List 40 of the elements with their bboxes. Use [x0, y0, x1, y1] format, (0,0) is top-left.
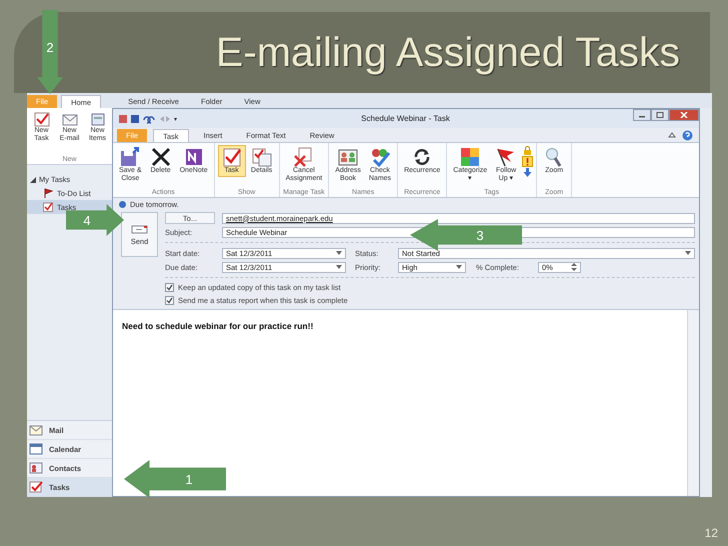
dropdown-arrow-icon[interactable]: [336, 265, 342, 269]
task-check-icon: [43, 202, 53, 212]
items-icon: [90, 111, 106, 127]
window-title: Schedule Webinar - Task: [360, 114, 451, 123]
task-check-icon: [34, 111, 50, 127]
help-icon[interactable]: [682, 130, 693, 140]
spinner-arrows-icon[interactable]: [571, 263, 577, 271]
color-squares-icon: [459, 147, 482, 167]
envelope-icon: [29, 424, 43, 436]
restore-icon: [656, 112, 664, 118]
dropdown-arrow-icon[interactable]: [685, 251, 691, 255]
floppy-disk-icon: [119, 147, 142, 167]
importance-icon[interactable]: [522, 156, 534, 167]
quick-access-toolbar-icon[interactable]: [118, 114, 178, 124]
collapse-ribbon-icon[interactable]: [668, 131, 676, 139]
restore-button[interactable]: [651, 109, 669, 121]
lock-icon[interactable]: [523, 146, 532, 155]
checkbox[interactable]: [165, 296, 174, 305]
dropdown-arrow-icon[interactable]: [456, 265, 462, 269]
close-button[interactable]: [669, 109, 699, 121]
dropdown-arrow-icon[interactable]: [336, 251, 342, 255]
minimize-button[interactable]: [633, 109, 651, 121]
scrollbar[interactable]: [687, 310, 699, 496]
slide-number: 12: [704, 526, 718, 540]
task-check-icon: [29, 481, 43, 493]
task-body-text: Need to schedule webinar for our practice run!!: [122, 321, 314, 331]
expand-triangle-icon[interactable]: [30, 176, 36, 182]
calendar-icon: [29, 443, 43, 455]
address-book-icon: [337, 147, 360, 167]
contact-card-icon: [29, 462, 43, 474]
details-page-icon: [250, 147, 273, 167]
checkbox[interactable]: [165, 283, 174, 292]
info-icon: [119, 201, 126, 208]
task-check-icon: [220, 147, 243, 167]
close-icon: [680, 112, 688, 118]
flag-icon: [43, 188, 53, 198]
envelope-icon: [130, 224, 148, 234]
x-mark-icon: [150, 147, 172, 167]
down-arrow-icon[interactable]: [523, 168, 532, 177]
slide-title: E-mailing Assigned Tasks: [216, 29, 680, 76]
